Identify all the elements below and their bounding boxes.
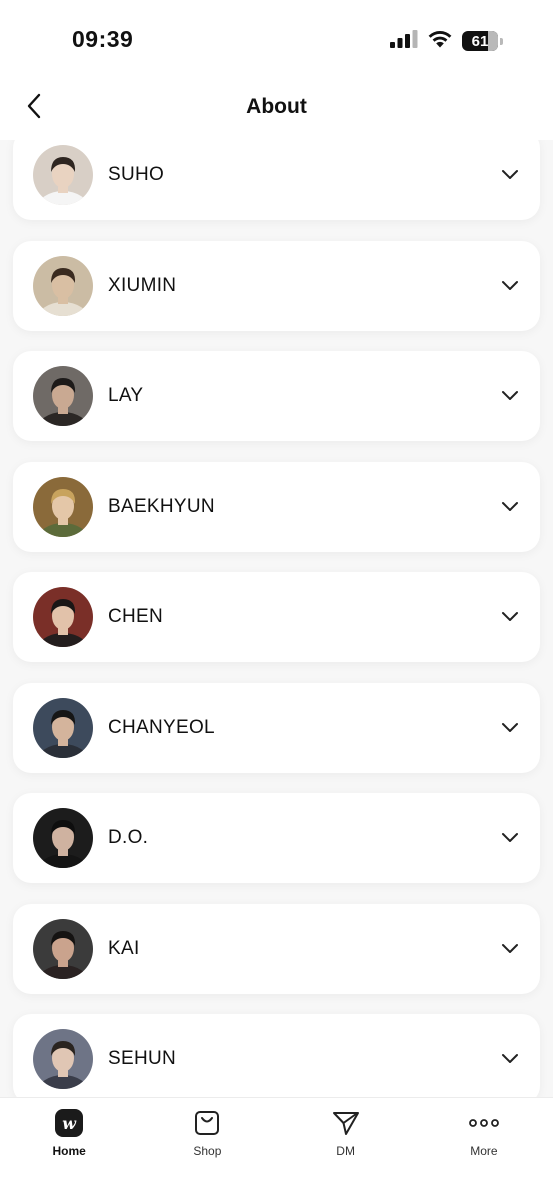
member-card[interactable]: XIUMIN (13, 240, 540, 331)
chevron-down-icon[interactable] (500, 498, 520, 516)
member-avatar (33, 145, 93, 205)
battery-level: 61 (471, 32, 489, 50)
member-avatar (33, 255, 93, 316)
status-bar: 09:39 61 (0, 0, 553, 72)
member-card[interactable]: SEHUN (13, 1014, 540, 1097)
tab-shop-label: Shop (193, 1144, 222, 1158)
tab-dm-label: DM (336, 1144, 355, 1158)
battery-icon: 61 (462, 31, 498, 51)
member-card[interactable]: SUHO (13, 140, 540, 220)
tab-home[interactable]: w Home (0, 1098, 138, 1201)
member-name: KAI (108, 937, 140, 959)
member-name: LAY (108, 385, 144, 406)
member-card[interactable]: D.O. (13, 793, 540, 883)
member-card[interactable]: KAI (13, 903, 540, 994)
member-name: SUHO (108, 164, 165, 185)
member-list-container[interactable]: SUHO XIUMIN LAY BAEKHYUN CHEN CHANYEOL D.O. KAI… (0, 140, 553, 1097)
tab-home-label: Home (52, 1144, 86, 1158)
member-card[interactable]: CHEN (13, 572, 540, 662)
member-card[interactable]: BAEKHYUN (13, 461, 540, 552)
member-avatar (33, 808, 93, 868)
weverse-logo-icon: w (54, 1108, 84, 1138)
member-name: CHEN (108, 606, 164, 627)
chevron-down-icon[interactable] (500, 829, 520, 847)
ellipsis-icon (468, 1108, 499, 1138)
member-card[interactable]: CHANYEOL (13, 682, 540, 773)
battery-nub (500, 37, 503, 45)
member-list: SUHO XIUMIN LAY BAEKHYUN CHEN CHANYEOL D.O. KAI… (13, 140, 540, 1097)
chevron-down-icon[interactable] (500, 166, 520, 184)
member-name: XIUMIN (108, 274, 177, 296)
tab-bar: w Home Shop DM More (0, 1097, 553, 1201)
paper-plane-icon (331, 1108, 361, 1138)
member-avatar (33, 476, 93, 537)
member-card[interactable]: LAY (13, 351, 540, 441)
tab-dm[interactable]: DM (277, 1098, 415, 1201)
cellular-signal-icon (390, 29, 418, 53)
page-title: About (246, 95, 307, 118)
shopping-bag-icon (192, 1108, 222, 1138)
tab-more[interactable]: More (415, 1098, 553, 1201)
chevron-down-icon[interactable] (500, 277, 520, 295)
chevron-down-icon[interactable] (500, 719, 520, 737)
chevron-down-icon[interactable] (500, 608, 520, 626)
status-icons: 61 (390, 29, 503, 53)
member-avatar (33, 1029, 93, 1089)
nav-header: About (0, 72, 553, 140)
member-name: SEHUN (108, 1048, 177, 1069)
chevron-down-icon[interactable] (500, 1050, 520, 1068)
chevron-down-icon[interactable] (500, 387, 520, 405)
tab-shop[interactable]: Shop (138, 1098, 276, 1201)
chevron-down-icon[interactable] (500, 940, 520, 958)
member-name: D.O. (108, 827, 149, 848)
tab-more-label: More (470, 1144, 498, 1158)
member-avatar (33, 366, 93, 426)
member-avatar (33, 918, 93, 979)
member-name: CHANYEOL (108, 716, 215, 738)
member-name: BAEKHYUN (108, 495, 215, 517)
wifi-icon (427, 29, 453, 53)
member-avatar (33, 697, 93, 758)
status-time: 09:39 (72, 26, 134, 52)
member-avatar (33, 587, 93, 647)
